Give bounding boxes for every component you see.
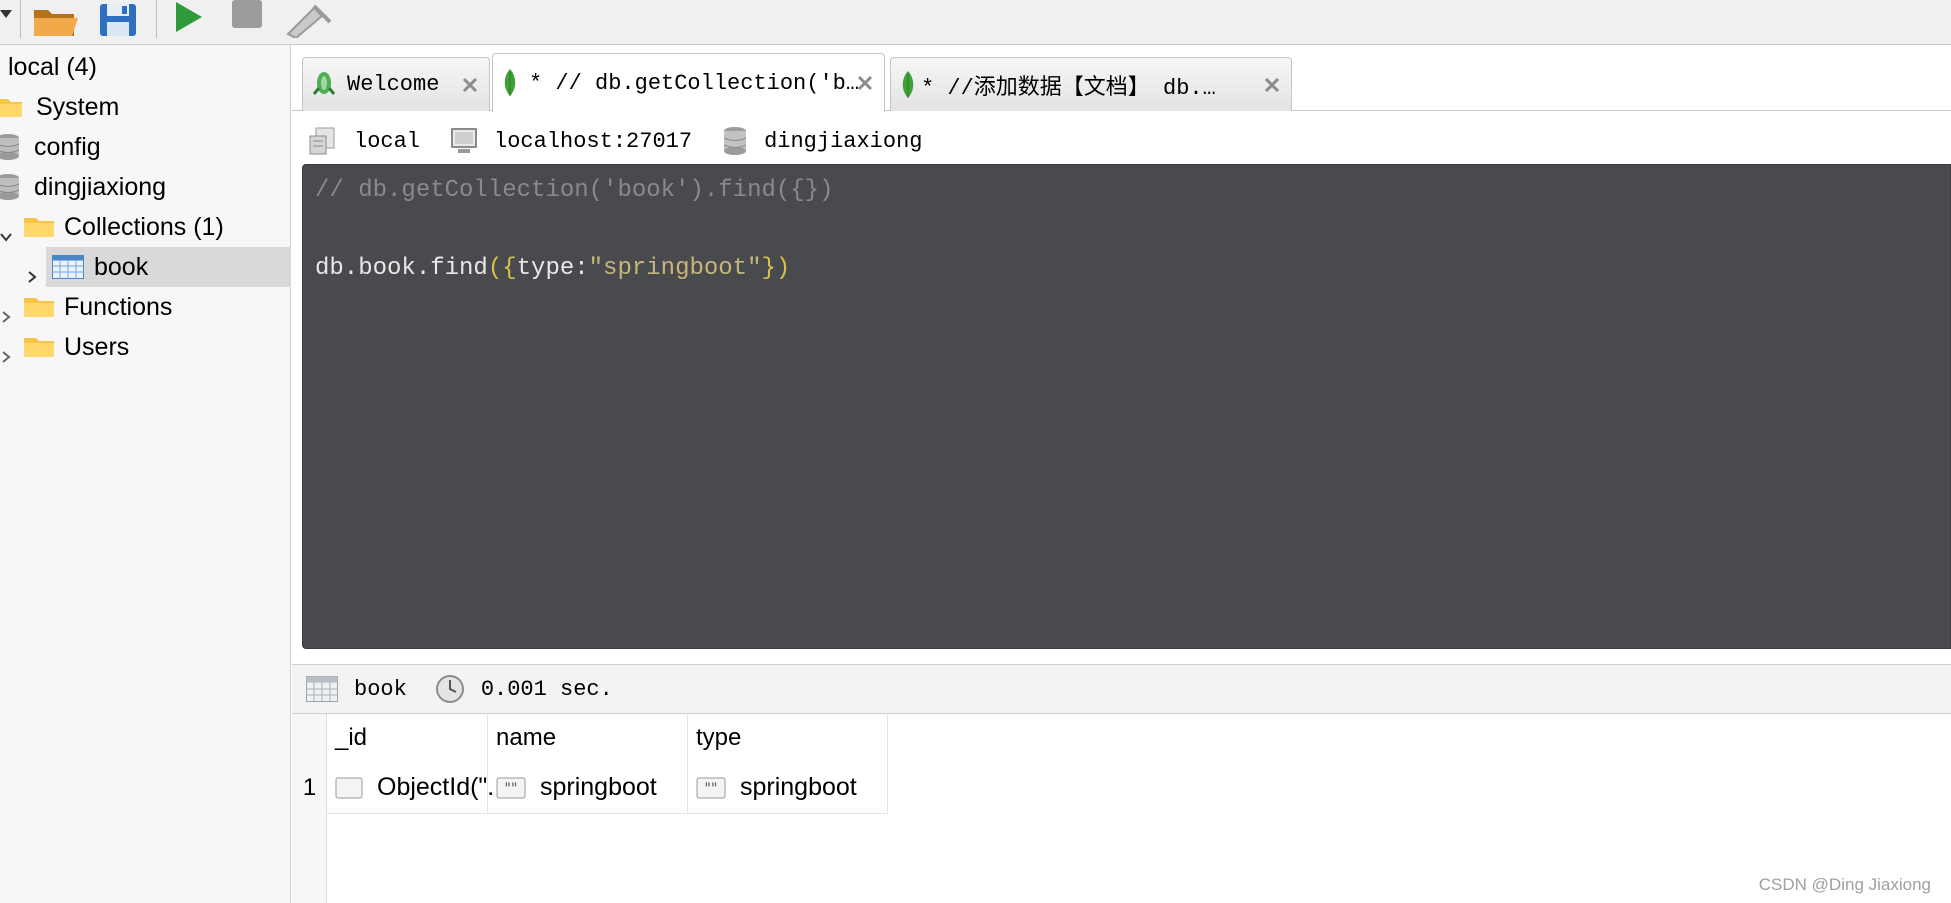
stop-icon[interactable] (230, 0, 266, 38)
explain-icon[interactable] (284, 0, 336, 40)
objectid-icon (335, 777, 363, 799)
query-editor[interactable]: // db.getCollection('book').find({}) db.… (302, 164, 1951, 649)
folder-icon (24, 295, 54, 319)
tab-label: * // db.getCollection('b… (529, 70, 860, 96)
tab-label: * //添加数据【文档】 db.… (921, 75, 1216, 101)
close-icon[interactable] (856, 74, 874, 99)
tab-welcome[interactable]: Welcome (302, 57, 490, 111)
tree-item-functions[interactable]: Functions (0, 287, 291, 327)
string-type-icon: "" (696, 777, 726, 799)
chevron-right-icon[interactable] (0, 341, 12, 363)
row-number: 1 (302, 774, 317, 801)
editor-line-3: db.book.find({type:"springboot"}) (315, 249, 1938, 288)
connection-bar: local localhost:27017 dingjiaxiong (292, 118, 1951, 164)
tree-item-collection-book[interactable]: book (28, 247, 291, 287)
database-icon (722, 126, 748, 156)
watermark: CSDN @Ding Jiaxiong (1758, 875, 1931, 894)
cell-value: springboot (740, 773, 857, 801)
toolbar-separator (20, 0, 21, 38)
tree-item-label: Functions (64, 292, 173, 321)
folder-icon (24, 335, 54, 359)
connection-tree: local (4) System config dingjiaxiong Col… (0, 45, 291, 903)
code-comment: // db.getCollection('book').find({}) (315, 177, 834, 204)
toolbar (0, 0, 1951, 45)
tab-query-1[interactable]: * // db.getCollection('b… (492, 53, 885, 112)
svg-text:"": "" (705, 781, 718, 797)
tree-item-collections[interactable]: Collections (1) (0, 207, 291, 247)
string-type-icon: "" (496, 777, 526, 799)
connection-database[interactable]: dingjiaxiong (722, 126, 923, 156)
monitor-icon (450, 127, 478, 155)
mongodb-leaf-icon (501, 68, 519, 98)
code-call: db.book.find (315, 255, 488, 282)
chevron-right-icon[interactable] (26, 261, 38, 283)
chevron-right-icon[interactable] (0, 301, 12, 323)
column-header-label: name (496, 724, 557, 751)
svg-text:"": "" (505, 781, 518, 797)
close-icon[interactable] (461, 76, 479, 101)
table-cell-type[interactable]: "" springboot (688, 762, 888, 814)
tree-item-local[interactable]: local (4) (0, 47, 291, 87)
connection-name-text: local (354, 128, 421, 154)
code-string: "springboot" (588, 255, 762, 282)
tree-item-config[interactable]: config (0, 127, 291, 167)
table-cell-id[interactable]: ObjectId("... (327, 762, 508, 814)
mongodb-leaf-icon (899, 70, 917, 100)
code-brace-close: }) (761, 255, 791, 282)
database-icon (0, 133, 20, 161)
column-header-label: type (696, 724, 742, 751)
tree-item-label: book (94, 252, 149, 281)
tree-item-label: Users (64, 332, 130, 361)
open-folder-icon[interactable] (30, 0, 82, 38)
tree-item-label: Collections (1) (64, 212, 224, 241)
result-grid: _id name type 1 ObjectId("... "" springb… (292, 714, 1951, 903)
column-header-label: _id (335, 724, 368, 751)
connection-name[interactable]: local (308, 126, 420, 156)
table-icon (52, 255, 84, 279)
code-key: type: (516, 255, 589, 282)
cell-value: springboot (540, 773, 657, 801)
table-cell-name[interactable]: "" springboot (488, 762, 688, 814)
leaf-rocket-icon (311, 70, 337, 100)
result-bar: book 0.001 sec. (292, 664, 1951, 714)
tab-label: Welcome (347, 72, 440, 97)
toolbar-separator (156, 0, 157, 38)
tree-item-label: config (34, 132, 101, 161)
result-collection[interactable]: book (306, 676, 407, 702)
table-icon (306, 676, 338, 702)
result-time-text: 0.001 sec. (480, 676, 613, 702)
server-icon (308, 126, 338, 156)
folder-icon (0, 95, 22, 119)
run-icon[interactable] (170, 0, 206, 38)
dropdown-icon[interactable] (0, 0, 14, 38)
tree-item-label: System (36, 92, 120, 121)
code-brace-open: ({ (487, 255, 517, 282)
editor-line-1: // db.getCollection('book').find({}) (315, 171, 1938, 210)
close-icon[interactable] (1263, 76, 1281, 101)
connection-host[interactable]: localhost:27017 (450, 127, 692, 155)
column-header-type[interactable]: type (688, 714, 888, 762)
tree-item-users[interactable]: Users (0, 327, 291, 367)
result-collection-name: book (354, 676, 407, 702)
column-header-name[interactable]: name (488, 714, 688, 762)
tab-query-2[interactable]: * //添加数据【文档】 db.… (890, 57, 1292, 111)
save-icon[interactable] (96, 0, 140, 38)
editor-line-2 (315, 210, 1938, 249)
connection-host-text: localhost:27017 (494, 128, 693, 154)
tree-item-label: dingjiaxiong (34, 172, 167, 201)
tree-item-label: local (4) (8, 52, 97, 81)
folder-icon (24, 215, 54, 239)
result-time: 0.001 sec. (435, 674, 613, 704)
tree-item-database[interactable]: dingjiaxiong (0, 167, 291, 207)
clock-icon (435, 674, 465, 704)
chevron-down-icon[interactable] (0, 221, 12, 242)
tab-bar: Welcome * // db.getCollection('b… * //添加… (292, 45, 1951, 112)
tree-item-system[interactable]: System (0, 87, 291, 127)
column-header-id[interactable]: _id (327, 714, 488, 762)
connection-database-text: dingjiaxiong (764, 128, 923, 154)
database-icon (0, 173, 20, 201)
